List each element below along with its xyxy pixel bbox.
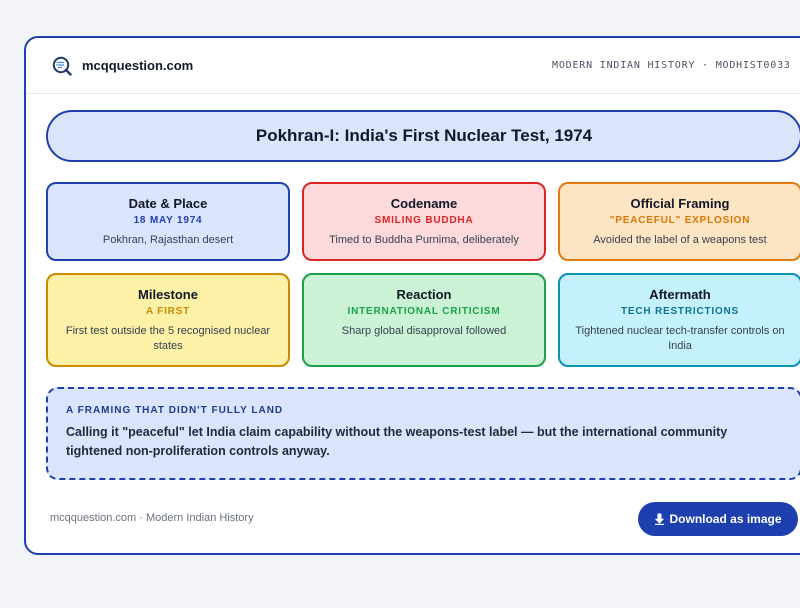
tile-description: First test outside the 5 recognised nucl…	[65, 325, 271, 352]
tile-subtitle: "PEACEFUL" EXPLOSION	[609, 215, 751, 226]
magnifier-document-icon	[52, 56, 72, 76]
tile-description: Tightened nuclear tech-transfer controls…	[575, 325, 785, 352]
callout-text: Calling it "peaceful" let India claim ca…	[66, 425, 728, 458]
insight-callout: A FRAMING THAT DIDN'T FULLY LAND Calling…	[46, 387, 800, 480]
brand-name[interactable]: mcqquestion.com	[82, 58, 193, 73]
tile-subtitle: A FIRST	[145, 306, 191, 317]
breadcrumb: MODERN INDIAN HISTORY · MODHIST0033	[552, 60, 791, 71]
fact-tile-milestone: Milestone A FIRST First test outside the…	[46, 273, 290, 367]
tile-subtitle: TECH RESTRICTIONS	[620, 306, 740, 317]
fact-tile-aftermath: Aftermath TECH RESTRICTIONS Tightened nu…	[558, 273, 800, 367]
tile-title: Milestone	[138, 287, 198, 302]
tile-title: Official Framing	[630, 196, 730, 211]
card-header: mcqquestion.com MODERN INDIAN HISTORY · …	[26, 38, 800, 94]
download-button-label: Download as image	[669, 512, 782, 526]
download-arrow-icon	[655, 513, 665, 525]
fact-tile-date-place: Date & Place 18 MAY 1974 Pokhran, Rajast…	[46, 182, 290, 261]
page-title: Pokhran-I: India's First Nuclear Test, 1…	[46, 110, 800, 162]
footer-credit: mcqquestion.com · Modern Indian History	[50, 512, 254, 524]
tile-description: Avoided the label of a weapons test	[593, 234, 767, 246]
download-image-button[interactable]: Download as image	[638, 502, 798, 536]
tile-subtitle: SMILING BUDDHA	[374, 215, 474, 226]
infographic-card: mcqquestion.com MODERN INDIAN HISTORY · …	[24, 36, 800, 555]
tile-subtitle: 18 MAY 1974	[133, 215, 203, 226]
tile-title: Reaction	[396, 287, 452, 302]
tile-title: Date & Place	[128, 196, 208, 211]
fact-tile-codename: Codename SMILING BUDDHA Timed to Buddha …	[302, 182, 546, 261]
tile-title: Aftermath	[649, 287, 711, 302]
tile-description: Timed to Buddha Purnima, deliberately	[329, 234, 519, 246]
tile-title: Codename	[390, 196, 458, 211]
tile-description: Sharp global disapproval followed	[341, 325, 507, 337]
fact-tile-reaction: Reaction INTERNATIONAL CRITICISM Sharp g…	[302, 273, 546, 367]
callout-label: A FRAMING THAT DIDN'T FULLY LAND	[66, 405, 284, 416]
tile-subtitle: INTERNATIONAL CRITICISM	[347, 306, 501, 317]
fact-tile-official-framing: Official Framing "PEACEFUL" EXPLOSION Av…	[558, 182, 800, 261]
tile-description: Pokhran, Rajasthan desert	[102, 234, 234, 246]
